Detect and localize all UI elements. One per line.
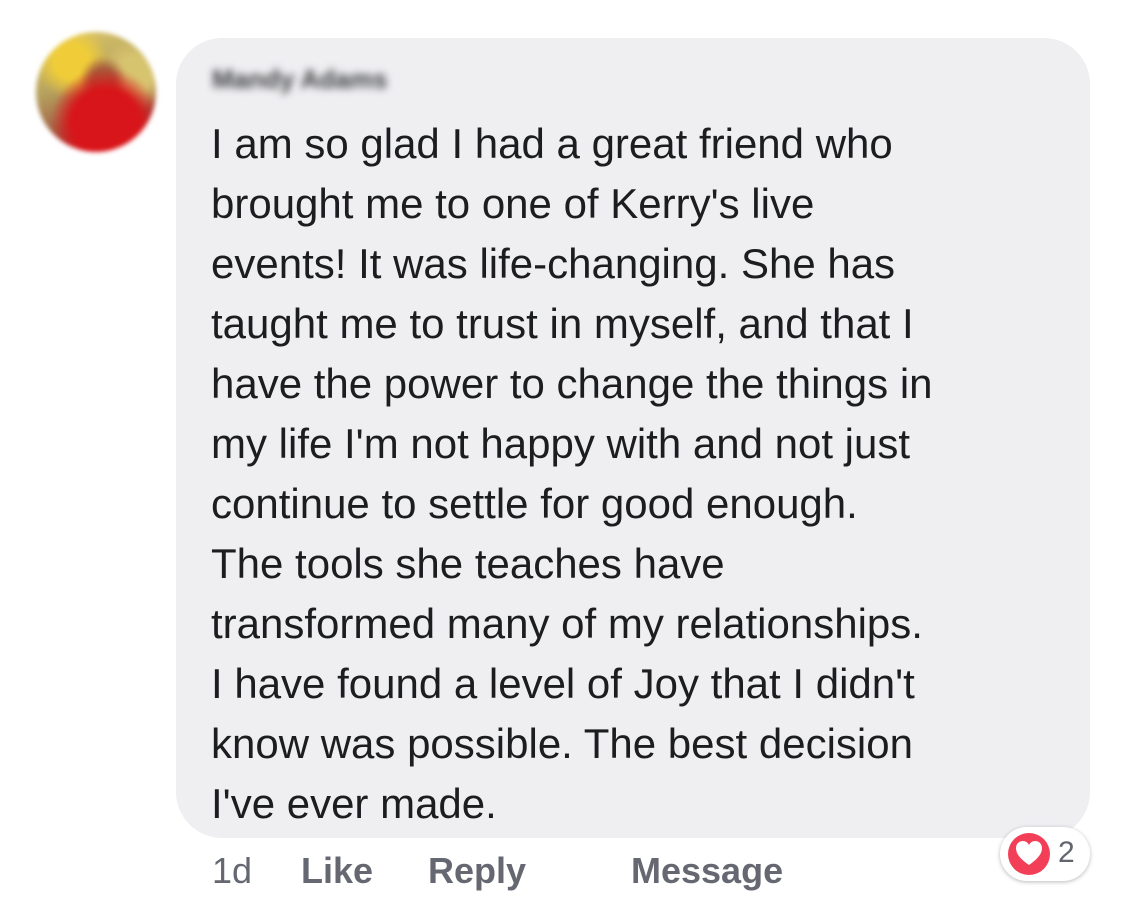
message-button[interactable]: Message — [631, 849, 783, 893]
like-button[interactable]: Like — [301, 849, 373, 893]
comment-text: I am so glad I had a great friend who br… — [211, 120, 933, 827]
reply-button[interactable]: Reply — [428, 849, 526, 893]
avatar[interactable] — [36, 32, 156, 152]
reaction-summary[interactable]: 2 — [1000, 827, 1090, 881]
comment-timestamp[interactable]: 1d — [212, 849, 252, 893]
comment-bubble: Mandy Adams I am so glad I had a great f… — [176, 38, 1090, 838]
comment-author[interactable]: Mandy Adams — [212, 64, 387, 95]
heart-icon — [1008, 833, 1050, 875]
reaction-count: 2 — [1058, 836, 1075, 869]
